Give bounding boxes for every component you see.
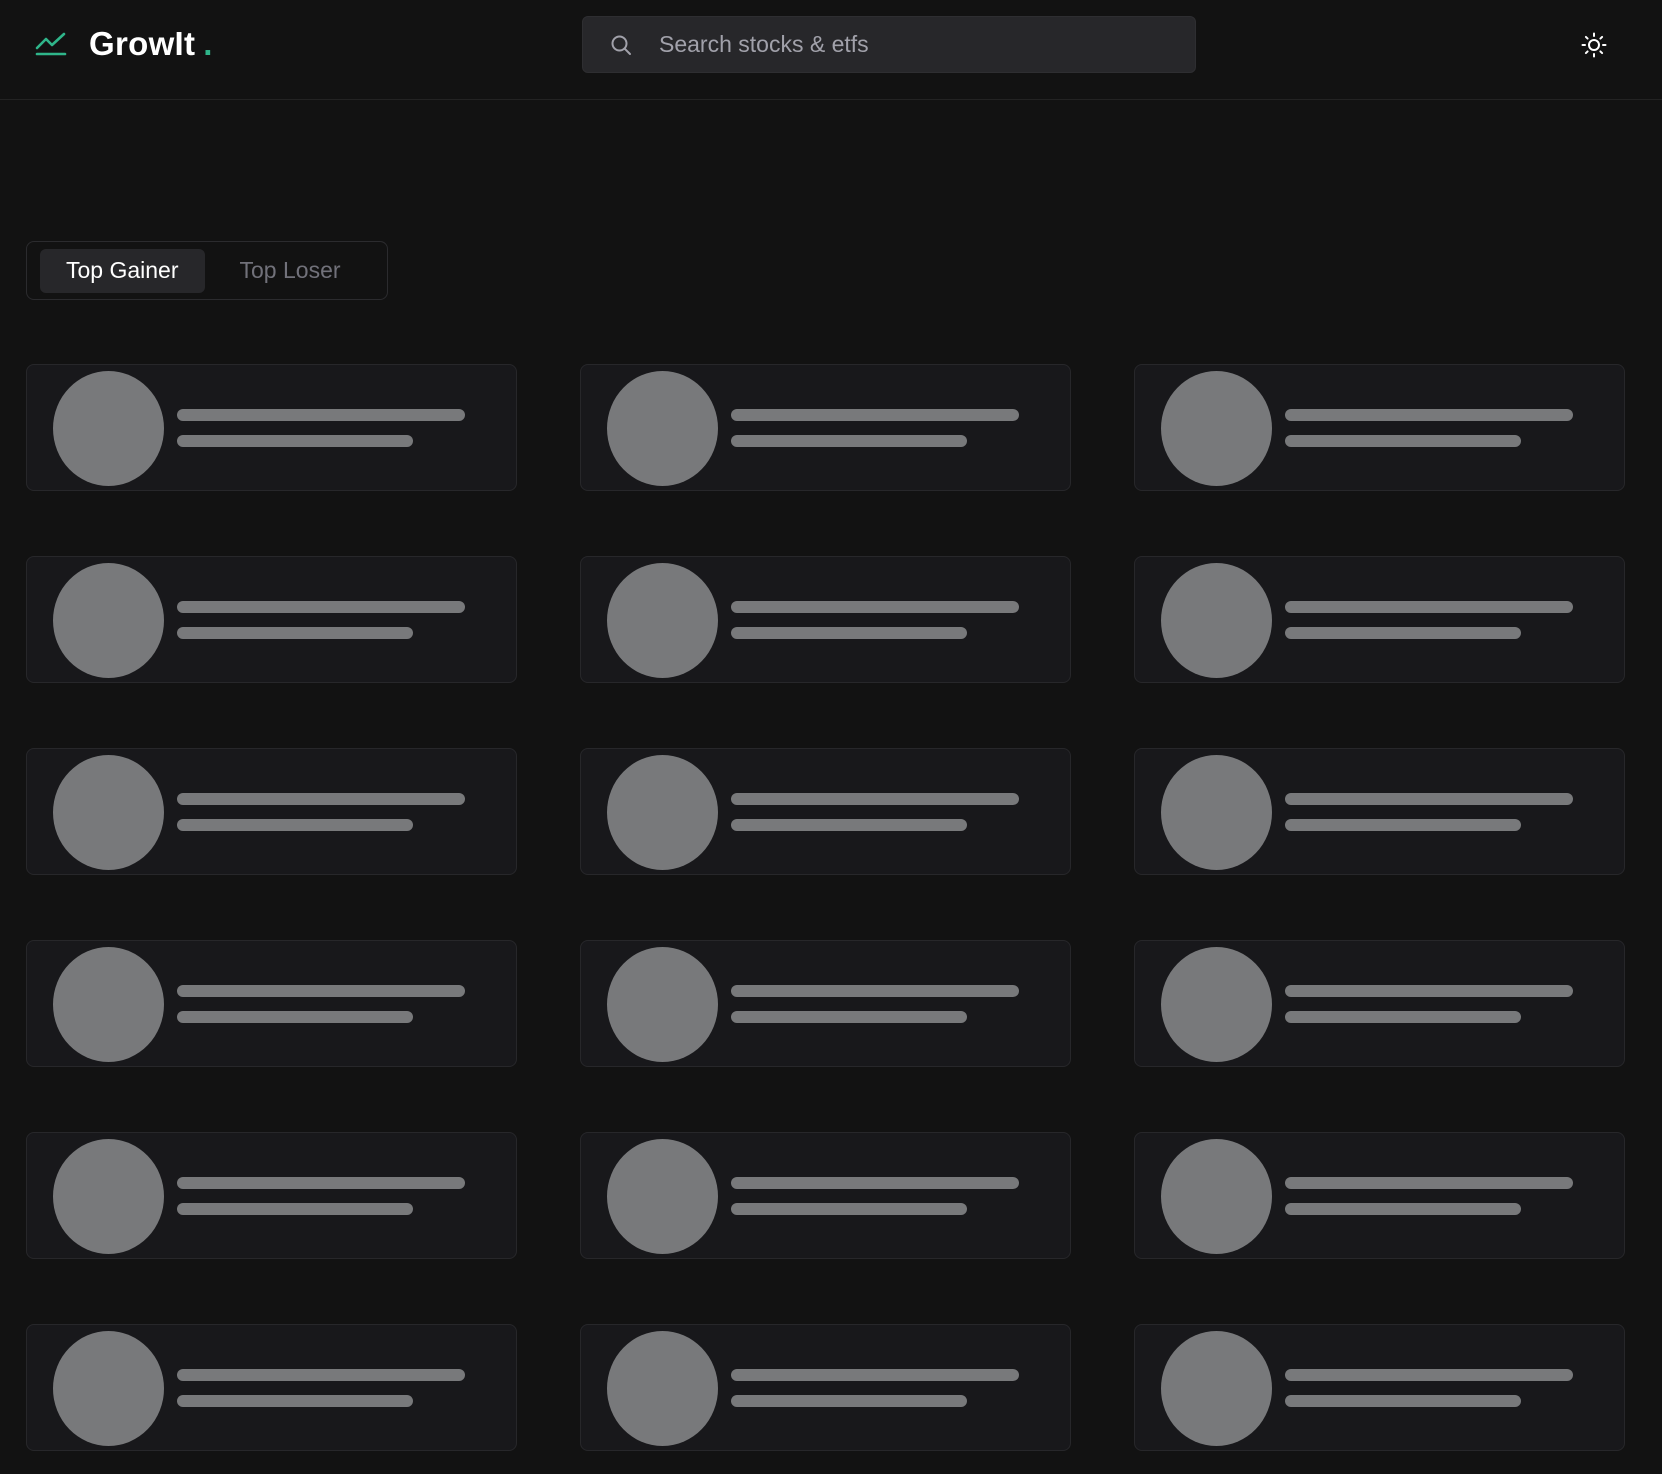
avatar-placeholder [607,371,718,486]
subtitle-placeholder [177,1395,413,1407]
stock-card-skeleton[interactable] [26,1132,517,1259]
stock-card-skeleton[interactable] [580,1132,1071,1259]
subtitle-placeholder [177,1011,413,1023]
subtitle-placeholder [177,435,413,447]
avatar-placeholder [1161,755,1272,870]
stock-card-grid [26,364,1626,1451]
stock-card-skeleton[interactable] [26,940,517,1067]
avatar-placeholder [607,1331,718,1446]
avatar-placeholder [1161,563,1272,678]
stock-card-skeleton[interactable] [26,748,517,875]
subtitle-placeholder [177,819,413,831]
subtitle-placeholder [1285,627,1521,639]
stock-card-skeleton[interactable] [580,940,1071,1067]
title-placeholder [731,409,1019,421]
subtitle-placeholder [177,627,413,639]
title-placeholder [177,1369,465,1381]
subtitle-placeholder [177,1203,413,1215]
subtitle-placeholder [1285,1203,1521,1215]
avatar-placeholder [607,947,718,1062]
avatar-placeholder [1161,371,1272,486]
avatar-placeholder [1161,1331,1272,1446]
tab-top-gainer[interactable]: Top Gainer [40,248,205,293]
stock-card-skeleton[interactable] [26,1324,517,1451]
search-bar[interactable] [582,16,1196,73]
top-navbar: GrowIt . [0,0,1662,100]
title-placeholder [1285,1369,1573,1381]
title-placeholder [731,793,1019,805]
stock-card-skeleton[interactable] [1134,1132,1625,1259]
stock-card-skeleton[interactable] [1134,940,1625,1067]
brand[interactable]: GrowIt . [34,22,212,66]
subtitle-placeholder [731,819,967,831]
avatar-placeholder [1161,1139,1272,1254]
title-placeholder [731,1369,1019,1381]
title-placeholder [731,1177,1019,1189]
avatar-placeholder [53,371,164,486]
subtitle-placeholder [1285,1011,1521,1023]
theme-toggle-button[interactable] [1576,29,1612,65]
avatar-placeholder [53,755,164,870]
stock-card-skeleton[interactable] [1134,1324,1625,1451]
stock-card-skeleton[interactable] [1134,748,1625,875]
sun-icon [1581,32,1607,63]
title-placeholder [177,601,465,613]
subtitle-placeholder [731,1395,967,1407]
avatar-placeholder [1161,947,1272,1062]
stock-card-skeleton[interactable] [580,364,1071,491]
tab-top-loser[interactable]: Top Loser [214,249,367,293]
stock-card-skeleton[interactable] [26,556,517,683]
title-placeholder [1285,409,1573,421]
stock-card-skeleton[interactable] [580,1324,1071,1451]
market-movers-tabs: Top Gainer Top Loser [26,241,388,300]
stock-card-skeleton[interactable] [1134,556,1625,683]
stock-card-skeleton[interactable] [580,556,1071,683]
subtitle-placeholder [731,627,967,639]
subtitle-placeholder [1285,435,1521,447]
avatar-placeholder [607,755,718,870]
avatar-placeholder [53,1139,164,1254]
avatar-placeholder [53,1331,164,1446]
title-placeholder [177,985,465,997]
avatar-placeholder [607,1139,718,1254]
subtitle-placeholder [1285,1395,1521,1407]
search-input[interactable] [659,31,1179,58]
title-placeholder [1285,793,1573,805]
title-placeholder [1285,601,1573,613]
brand-dot: . [203,25,213,62]
subtitle-placeholder [731,1203,967,1215]
title-placeholder [731,601,1019,613]
avatar-placeholder [607,563,718,678]
search-icon [609,33,633,57]
stock-card-skeleton[interactable] [580,748,1071,875]
subtitle-placeholder [731,435,967,447]
trending-up-icon [34,27,68,61]
title-placeholder [177,793,465,805]
title-placeholder [177,409,465,421]
avatar-placeholder [53,947,164,1062]
title-placeholder [177,1177,465,1189]
avatar-placeholder [53,563,164,678]
stock-card-skeleton[interactable] [1134,364,1625,491]
brand-name: GrowIt [89,25,196,62]
subtitle-placeholder [1285,819,1521,831]
title-placeholder [731,985,1019,997]
subtitle-placeholder [731,1011,967,1023]
title-placeholder [1285,985,1573,997]
stock-card-skeleton[interactable] [26,364,517,491]
title-placeholder [1285,1177,1573,1189]
